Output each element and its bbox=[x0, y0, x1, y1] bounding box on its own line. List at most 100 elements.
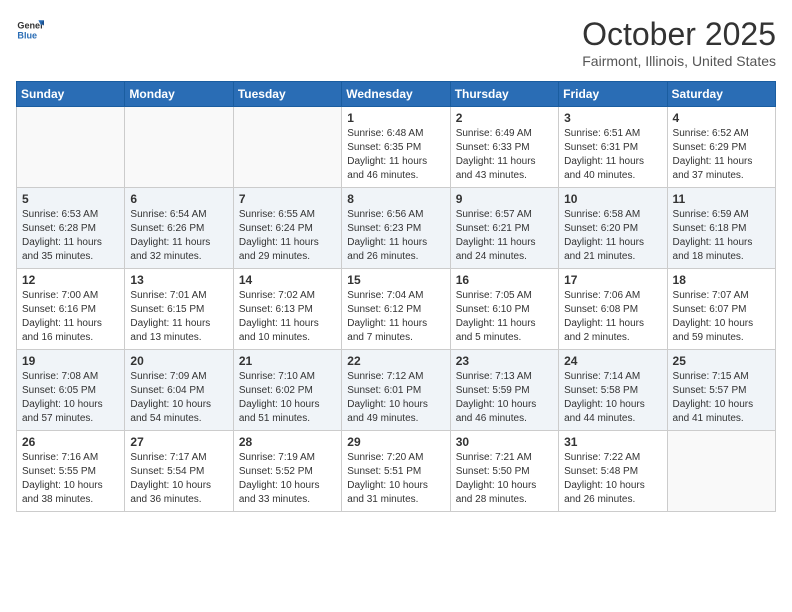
day-content: Sunrise: 6:55 AM Sunset: 6:24 PM Dayligh… bbox=[239, 208, 336, 264]
day-number: 24 bbox=[564, 354, 661, 368]
day-content: Sunrise: 7:01 AM Sunset: 6:15 PM Dayligh… bbox=[130, 289, 227, 345]
calendar-day-cell: 15 Sunrise: 7:04 AM Sunset: 6:12 PM Dayli… bbox=[342, 269, 450, 350]
calendar-day-cell: 17 Sunrise: 7:06 AM Sunset: 6:08 PM Dayli… bbox=[559, 269, 667, 350]
day-content: Sunrise: 7:10 AM Sunset: 6:02 PM Dayligh… bbox=[239, 370, 336, 426]
day-number: 6 bbox=[130, 192, 227, 206]
calendar-day-header: Wednesday bbox=[342, 82, 450, 107]
day-number: 10 bbox=[564, 192, 661, 206]
calendar-day-header: Friday bbox=[559, 82, 667, 107]
calendar-week-row: 1 Sunrise: 6:48 AM Sunset: 6:35 PM Daylig… bbox=[17, 107, 776, 188]
calendar-day-cell: 4 Sunrise: 6:52 AM Sunset: 6:29 PM Daylig… bbox=[667, 107, 775, 188]
day-number: 27 bbox=[130, 435, 227, 449]
location-title: Fairmont, Illinois, United States bbox=[582, 53, 776, 69]
day-content: Sunrise: 7:22 AM Sunset: 5:48 PM Dayligh… bbox=[564, 451, 661, 507]
calendar-day-header: Saturday bbox=[667, 82, 775, 107]
calendar-day-cell: 8 Sunrise: 6:56 AM Sunset: 6:23 PM Daylig… bbox=[342, 188, 450, 269]
calendar-week-row: 19 Sunrise: 7:08 AM Sunset: 6:05 PM Dayli… bbox=[17, 350, 776, 431]
day-content: Sunrise: 7:17 AM Sunset: 5:54 PM Dayligh… bbox=[130, 451, 227, 507]
calendar-day-cell: 27 Sunrise: 7:17 AM Sunset: 5:54 PM Dayli… bbox=[125, 431, 233, 512]
calendar-day-cell: 16 Sunrise: 7:05 AM Sunset: 6:10 PM Dayli… bbox=[450, 269, 558, 350]
day-number: 8 bbox=[347, 192, 444, 206]
calendar-day-cell: 3 Sunrise: 6:51 AM Sunset: 6:31 PM Daylig… bbox=[559, 107, 667, 188]
calendar-week-row: 12Sunrise: 7:00 AM Sunset: 6:16 PM Dayli… bbox=[17, 269, 776, 350]
calendar-table: SundayMondayTuesdayWednesdayThursdayFrid… bbox=[16, 81, 776, 512]
calendar-day-cell: 30 Sunrise: 7:21 AM Sunset: 5:50 PM Dayli… bbox=[450, 431, 558, 512]
day-number: 11 bbox=[673, 192, 770, 206]
calendar-week-row: 5 Sunrise: 6:53 AM Sunset: 6:28 PM Daylig… bbox=[17, 188, 776, 269]
day-number: 26 bbox=[22, 435, 119, 449]
calendar-day-cell: 18 Sunrise: 7:07 AM Sunset: 6:07 PM Dayli… bbox=[667, 269, 775, 350]
day-number: 4 bbox=[673, 111, 770, 125]
day-content: Sunrise: 7:20 AM Sunset: 5:51 PM Dayligh… bbox=[347, 451, 444, 507]
day-number: 20 bbox=[130, 354, 227, 368]
day-content: Sunrise: 7:06 AM Sunset: 6:08 PM Dayligh… bbox=[564, 289, 661, 345]
day-content: Sunrise: 7:19 AM Sunset: 5:52 PM Dayligh… bbox=[239, 451, 336, 507]
day-number: 1 bbox=[347, 111, 444, 125]
calendar-day-header: Thursday bbox=[450, 82, 558, 107]
day-number: 22 bbox=[347, 354, 444, 368]
page-header: General Blue October 2025 Fairmont, Illi… bbox=[16, 16, 776, 69]
day-number: 7 bbox=[239, 192, 336, 206]
svg-text:Blue: Blue bbox=[17, 30, 37, 40]
calendar-day-cell: 25Sunrise: 7:15 AM Sunset: 5:57 PM Dayli… bbox=[667, 350, 775, 431]
day-content: Sunrise: 7:04 AM Sunset: 6:12 PM Dayligh… bbox=[347, 289, 444, 345]
day-content: Sunrise: 7:13 AM Sunset: 5:59 PM Dayligh… bbox=[456, 370, 553, 426]
day-content: Sunrise: 6:56 AM Sunset: 6:23 PM Dayligh… bbox=[347, 208, 444, 264]
day-content: Sunrise: 7:09 AM Sunset: 6:04 PM Dayligh… bbox=[130, 370, 227, 426]
calendar-day-cell: 26 Sunrise: 7:16 AM Sunset: 5:55 PM Dayli… bbox=[17, 431, 125, 512]
day-content: Sunrise: 6:57 AM Sunset: 6:21 PM Dayligh… bbox=[456, 208, 553, 264]
day-content: Sunrise: 6:59 AM Sunset: 6:18 PM Dayligh… bbox=[673, 208, 770, 264]
logo: General Blue bbox=[16, 16, 44, 44]
logo-icon: General Blue bbox=[16, 16, 44, 44]
day-number: 9 bbox=[456, 192, 553, 206]
day-number: 31 bbox=[564, 435, 661, 449]
day-content: Sunrise: 7:08 AM Sunset: 6:05 PM Dayligh… bbox=[22, 370, 119, 426]
calendar-day-cell: 24 Sunrise: 7:14 AM Sunset: 5:58 PM Dayli… bbox=[559, 350, 667, 431]
day-number: 16 bbox=[456, 273, 553, 287]
calendar-day-cell: 14 Sunrise: 7:02 AM Sunset: 6:13 PM Dayli… bbox=[233, 269, 341, 350]
calendar-day-cell: 13 Sunrise: 7:01 AM Sunset: 6:15 PM Dayli… bbox=[125, 269, 233, 350]
calendar-day-cell: 22 Sunrise: 7:12 AM Sunset: 6:01 PM Dayli… bbox=[342, 350, 450, 431]
calendar-day-cell: 21 Sunrise: 7:10 AM Sunset: 6:02 PM Dayli… bbox=[233, 350, 341, 431]
calendar-day-header: Monday bbox=[125, 82, 233, 107]
calendar-day-cell: 10 Sunrise: 6:58 AM Sunset: 6:20 PM Dayli… bbox=[559, 188, 667, 269]
day-number: 13 bbox=[130, 273, 227, 287]
day-number: 2 bbox=[456, 111, 553, 125]
day-number: 18 bbox=[673, 273, 770, 287]
day-content: Sunrise: 6:48 AM Sunset: 6:35 PM Dayligh… bbox=[347, 127, 444, 183]
day-number: 14 bbox=[239, 273, 336, 287]
day-content: Sunrise: 7:21 AM Sunset: 5:50 PM Dayligh… bbox=[456, 451, 553, 507]
day-number: 28 bbox=[239, 435, 336, 449]
day-content: Sunrise: 7:00 AM Sunset: 6:16 PM Dayligh… bbox=[22, 289, 119, 345]
day-content: Sunrise: 6:51 AM Sunset: 6:31 PM Dayligh… bbox=[564, 127, 661, 183]
day-number: 15 bbox=[347, 273, 444, 287]
calendar-day-cell: 11 Sunrise: 6:59 AM Sunset: 6:18 PM Dayli… bbox=[667, 188, 775, 269]
day-number: 19 bbox=[22, 354, 119, 368]
day-number: 21 bbox=[239, 354, 336, 368]
day-content: Sunrise: 7:14 AM Sunset: 5:58 PM Dayligh… bbox=[564, 370, 661, 426]
day-content: Sunrise: 7:16 AM Sunset: 5:55 PM Dayligh… bbox=[22, 451, 119, 507]
calendar-day-cell bbox=[125, 107, 233, 188]
calendar-day-cell: 2 Sunrise: 6:49 AM Sunset: 6:33 PM Daylig… bbox=[450, 107, 558, 188]
day-number: 30 bbox=[456, 435, 553, 449]
day-number: 5 bbox=[22, 192, 119, 206]
day-content: Sunrise: 7:05 AM Sunset: 6:10 PM Dayligh… bbox=[456, 289, 553, 345]
day-content: Sunrise: 6:58 AM Sunset: 6:20 PM Dayligh… bbox=[564, 208, 661, 264]
calendar-day-cell: 7 Sunrise: 6:55 AM Sunset: 6:24 PM Daylig… bbox=[233, 188, 341, 269]
calendar-day-cell: 6Sunrise: 6:54 AM Sunset: 6:26 PM Daylig… bbox=[125, 188, 233, 269]
calendar-day-cell: 5 Sunrise: 6:53 AM Sunset: 6:28 PM Daylig… bbox=[17, 188, 125, 269]
calendar-day-cell bbox=[233, 107, 341, 188]
day-number: 3 bbox=[564, 111, 661, 125]
day-content: Sunrise: 7:12 AM Sunset: 6:01 PM Dayligh… bbox=[347, 370, 444, 426]
month-title: October 2025 bbox=[582, 16, 776, 53]
day-number: 17 bbox=[564, 273, 661, 287]
day-content: Sunrise: 6:49 AM Sunset: 6:33 PM Dayligh… bbox=[456, 127, 553, 183]
day-content: Sunrise: 6:53 AM Sunset: 6:28 PM Dayligh… bbox=[22, 208, 119, 264]
day-content: Sunrise: 7:02 AM Sunset: 6:13 PM Dayligh… bbox=[239, 289, 336, 345]
day-content: Sunrise: 7:07 AM Sunset: 6:07 PM Dayligh… bbox=[673, 289, 770, 345]
day-number: 23 bbox=[456, 354, 553, 368]
day-content: Sunrise: 6:52 AM Sunset: 6:29 PM Dayligh… bbox=[673, 127, 770, 183]
calendar-header-row: SundayMondayTuesdayWednesdayThursdayFrid… bbox=[17, 82, 776, 107]
calendar-day-cell bbox=[17, 107, 125, 188]
calendar-day-cell bbox=[667, 431, 775, 512]
